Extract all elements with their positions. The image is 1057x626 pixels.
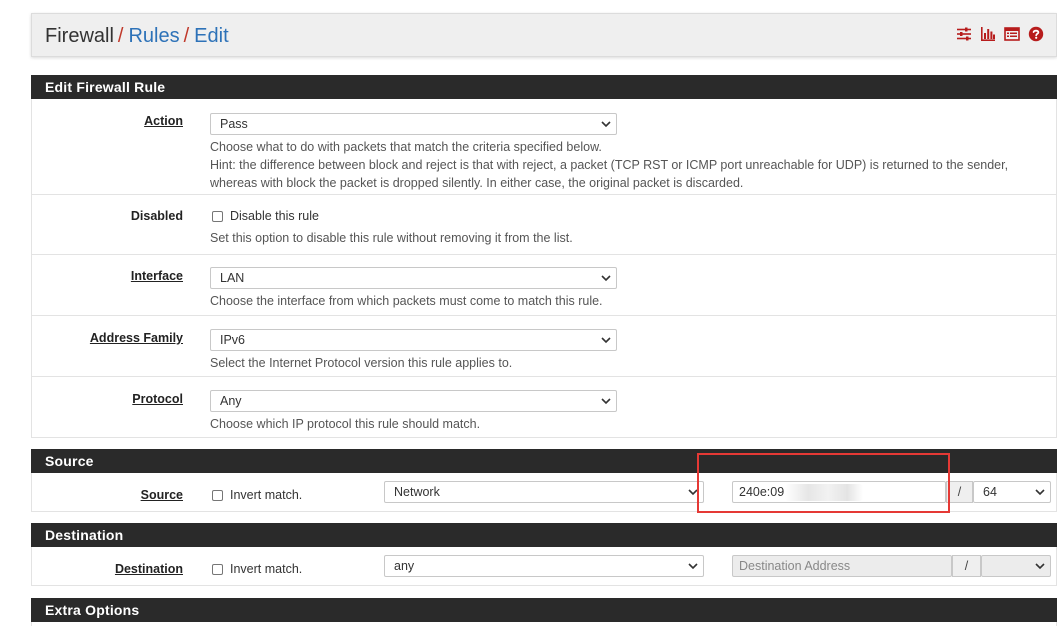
protocol-select-value: Any xyxy=(220,394,242,408)
address-family-help-text: Select the Internet Protocol version thi… xyxy=(210,356,513,370)
chevron-down-icon xyxy=(601,337,611,344)
chevron-down-icon xyxy=(601,398,611,405)
chevron-down-icon xyxy=(1035,489,1045,496)
source-slash: / xyxy=(946,481,973,503)
list-icon[interactable] xyxy=(1004,26,1020,42)
disabled-row: Disabled Disable this rule Set this opti… xyxy=(32,195,1056,255)
edit-firewall-rule-header: Edit Firewall Rule xyxy=(31,75,1057,99)
breadcrumb: Firewall / Rules / Edit xyxy=(45,23,229,49)
interface-select-value: LAN xyxy=(220,271,245,285)
destination-address-placeholder: Destination Address xyxy=(739,559,851,573)
interface-help-text: Choose the interface from which packets … xyxy=(210,294,603,308)
disable-rule-checkbox-label: Disable this rule xyxy=(230,209,319,223)
source-mask-select[interactable]: 64 xyxy=(973,481,1051,503)
destination-panel: Destination Invert match. any Destinatio… xyxy=(31,547,1057,586)
address-family-row: Address Family IPv6 Select the Internet … xyxy=(32,316,1056,377)
interface-row: Interface LAN Choose the interface from … xyxy=(32,255,1056,316)
toolbar xyxy=(956,26,1044,42)
destination-invert-checkbox[interactable] xyxy=(212,563,223,575)
extra-options-panel xyxy=(31,622,1057,626)
action-label: Action xyxy=(144,114,183,128)
source-invert-label: Invert match. xyxy=(230,488,303,502)
destination-header: Destination xyxy=(31,523,1057,547)
disable-rule-checkbox-wrap[interactable]: Disable this rule xyxy=(212,209,319,223)
destination-invert-label: Invert match. xyxy=(230,562,303,576)
destination-type-value: any xyxy=(394,559,415,573)
source-mask-value: 64 xyxy=(983,485,997,499)
address-family-select[interactable]: IPv6 xyxy=(210,329,617,351)
destination-mask-select[interactable] xyxy=(981,555,1051,577)
protocol-help-text: Choose which IP protocol this rule shoul… xyxy=(210,417,481,431)
extra-options-header: Extra Options xyxy=(31,598,1057,622)
address-family-select-value: IPv6 xyxy=(220,333,246,347)
breadcrumb-edit-link[interactable]: Edit xyxy=(194,25,228,47)
bar-chart-icon[interactable] xyxy=(980,26,996,42)
action-help-text: Choose what to do with packets that matc… xyxy=(210,140,1009,190)
source-type-value: Network xyxy=(394,485,440,499)
chevron-down-icon xyxy=(688,563,698,570)
destination-label: Destination xyxy=(114,562,183,576)
source-invert-checkbox-wrap[interactable]: Invert match. xyxy=(212,488,302,502)
edit-firewall-rule-panel: Action Pass Choose what to do with packe… xyxy=(31,99,1057,438)
breadcrumb-separator: / xyxy=(117,25,124,47)
disabled-label: Disabled xyxy=(130,209,183,223)
breadcrumb-bar: Firewall / Rules / Edit xyxy=(31,13,1057,57)
address-family-label: Address Family xyxy=(89,331,183,345)
help-icon[interactable] xyxy=(1028,26,1044,42)
protocol-label: Protocol xyxy=(132,392,183,406)
interface-select[interactable]: LAN xyxy=(210,267,617,289)
source-type-select[interactable]: Network xyxy=(384,481,704,503)
destination-type-select[interactable]: any xyxy=(384,555,704,577)
protocol-select[interactable]: Any xyxy=(210,390,617,412)
destination-slash: / xyxy=(952,555,981,577)
breadcrumb-separator: / xyxy=(183,25,190,47)
chevron-down-icon xyxy=(601,121,611,128)
breadcrumb-firewall: Firewall xyxy=(45,25,114,47)
action-row: Action Pass Choose what to do with packe… xyxy=(32,99,1056,195)
action-select-value: Pass xyxy=(220,117,248,131)
breadcrumb-rules-link[interactable]: Rules xyxy=(128,25,179,47)
sliders-icon[interactable] xyxy=(956,26,972,42)
protocol-row: Protocol Any Choose which IP protocol th… xyxy=(32,377,1056,438)
action-select[interactable]: Pass xyxy=(210,113,617,135)
source-invert-checkbox[interactable] xyxy=(212,489,223,501)
interface-label: Interface xyxy=(130,269,183,283)
source-label: Source xyxy=(140,488,183,502)
red-highlight-box xyxy=(697,453,950,513)
chevron-down-icon xyxy=(601,275,611,282)
destination-invert-checkbox-wrap[interactable]: Invert match. xyxy=(212,562,302,576)
disable-rule-checkbox[interactable] xyxy=(212,210,223,222)
destination-address-input[interactable]: Destination Address xyxy=(732,555,952,577)
chevron-down-icon xyxy=(1035,563,1045,570)
disabled-help-text: Set this option to disable this rule wit… xyxy=(210,231,573,245)
